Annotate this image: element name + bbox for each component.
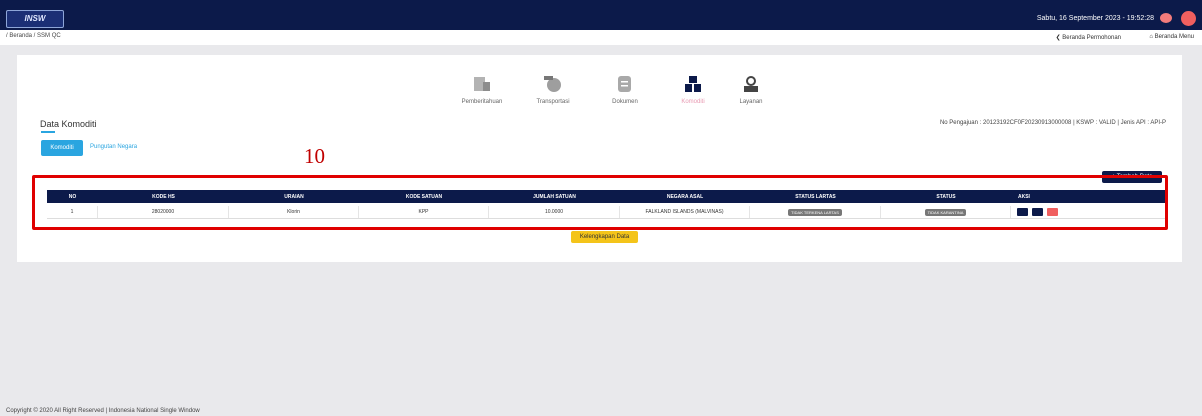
building-icon [474, 77, 490, 91]
document-icon [618, 76, 631, 92]
title-underline [41, 131, 55, 133]
step-label: Komoditi [681, 99, 705, 105]
footer-copyright: Copyright © 2020 All Right Reserved | In… [6, 408, 200, 414]
step-label: Transportasi [536, 99, 570, 105]
beranda-menu-link[interactable]: ⌂ Beranda Menu [1149, 34, 1194, 40]
annotation-number: 10 [304, 144, 325, 168]
step-label: Pemberitahuan [461, 99, 503, 105]
step-layanan[interactable]: Layanan [711, 75, 791, 105]
tab-pungutan-negara[interactable]: Pungutan Negara [90, 144, 137, 150]
notification-icon[interactable] [1160, 13, 1172, 23]
boxes-icon [685, 76, 701, 92]
breadcrumb: / Beranda / SSM QC [6, 33, 61, 39]
step-pemberitahuan[interactable]: Pemberitahuan [442, 75, 522, 105]
pengajuan-info: No Pengajuan : 20123192CF0F2023091300000… [939, 120, 1166, 126]
breadcrumb-bar: / Beranda / SSM QC ❮ Beranda Permohonan … [0, 30, 1202, 45]
section-title: Data Komoditi [40, 119, 97, 129]
datetime-display: Sabtu, 16 September 2023 - 19:52:28 [1036, 15, 1154, 22]
step-label: Layanan [739, 99, 763, 105]
kelengkapan-data-button[interactable]: Kelengkapan Data [571, 231, 638, 243]
beranda-permohonan-link[interactable]: ❮ Beranda Permohonan [1056, 34, 1121, 41]
step-transportasi[interactable]: Transportasi [513, 75, 593, 105]
step-label: Dokumen [612, 99, 638, 105]
tab-komoditi[interactable]: Komoditi [41, 140, 83, 156]
service-icon [744, 76, 758, 92]
top-navbar: INSW Sabtu, 16 September 2023 - 19:52:28 [0, 0, 1202, 30]
globe-transport-icon [544, 76, 561, 92]
insw-logo: INSW [6, 10, 64, 28]
annotation-highlight-box [32, 175, 1168, 230]
user-avatar-icon[interactable] [1181, 11, 1196, 26]
